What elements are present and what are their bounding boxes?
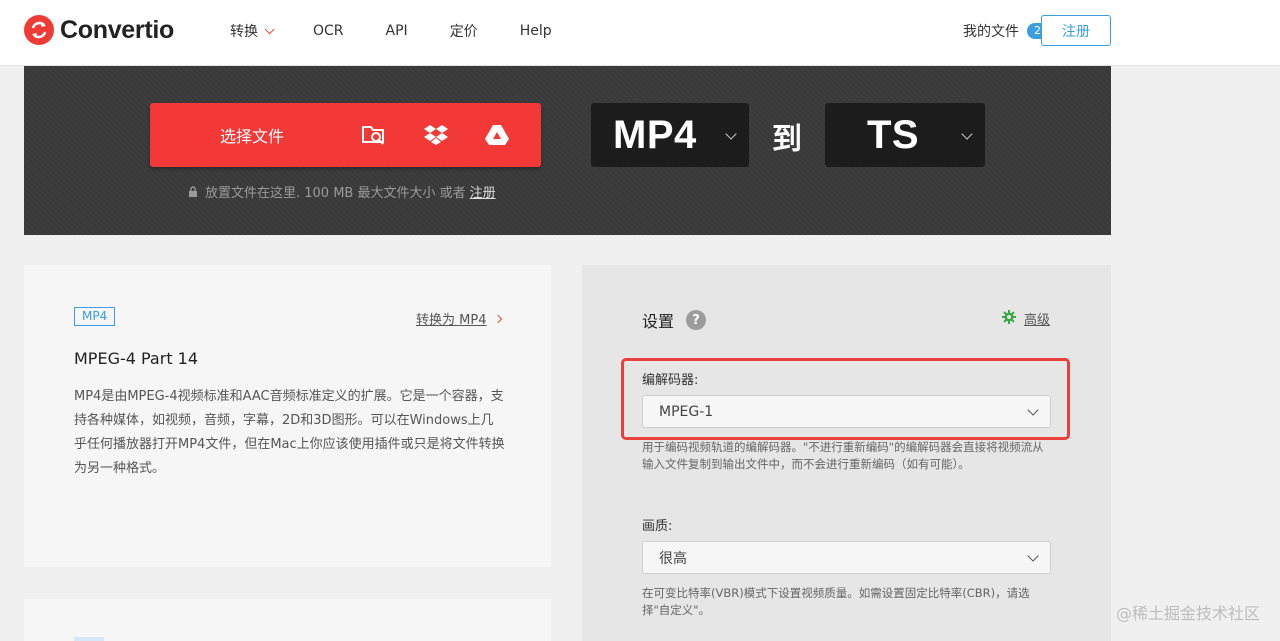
my-files-link[interactable]: 我的文件 2 xyxy=(963,21,1048,41)
folder-search-icon[interactable] xyxy=(361,123,387,147)
from-format-select[interactable]: MP4 xyxy=(591,103,749,167)
nav-item-pricing[interactable]: 定价 xyxy=(450,21,478,41)
brand-logo[interactable]: Convertio xyxy=(24,15,174,45)
nav-item-label: API xyxy=(385,23,408,39)
nav-item-label: 定价 xyxy=(449,24,478,40)
nav-item-label: 转换 xyxy=(230,24,258,40)
convert-link-label: 转换为 MP4 xyxy=(416,313,487,328)
help-icon[interactable]: ? xyxy=(686,310,707,330)
quality-label: 画质: xyxy=(642,519,673,534)
hint-signup-link[interactable]: 注册 xyxy=(470,182,496,201)
nav-item-ocr[interactable]: OCR xyxy=(313,23,344,39)
main-nav: 转换 OCR API 定价 Help xyxy=(230,0,594,62)
gear-icon xyxy=(1001,309,1016,328)
nav-item-help[interactable]: Help xyxy=(520,23,552,39)
nav-item-label: OCR xyxy=(313,23,344,39)
google-drive-icon[interactable] xyxy=(484,123,510,147)
drop-hint: 放置文件在这里. 100 MB 最大文件大小 或者 注册 xyxy=(188,182,496,201)
to-label: 到 xyxy=(772,122,802,157)
codec-help-text: 用于编码视频轨道的编解码器。"不进行重新编码"的编解码器会直接将视频流从输入文件… xyxy=(642,440,1044,471)
chevron-down-icon xyxy=(1027,550,1039,562)
format-description: MP4是由MPEG-4视频标准和AAC音频标准定义的扩展。它是一个容器，支持各种… xyxy=(74,389,505,476)
quality-select[interactable]: 很高 xyxy=(642,541,1051,574)
lock-icon xyxy=(188,186,198,197)
settings-heading: 设置 ? xyxy=(642,308,707,332)
chevron-down-icon xyxy=(264,23,275,34)
from-format-value: MP4 xyxy=(613,112,697,157)
my-files-label: 我的文件 xyxy=(963,24,1019,40)
nav-item-api[interactable]: API xyxy=(386,23,408,39)
format-title: MPEG-4 Part 14 xyxy=(74,349,199,368)
quality-help-text: 在可变比特率(VBR)模式下设置视频质量。如需设置固定比特率(CBR)，请选择"… xyxy=(642,586,1030,617)
top-header: Convertio 转换 OCR API 定价 Help 我的文件 2 登录 注… xyxy=(0,0,1280,66)
format-badge: MP4 xyxy=(74,307,116,326)
convert-to-mp4-link[interactable]: 转换为 MP4 xyxy=(416,309,503,328)
chevron-down-icon xyxy=(961,128,973,140)
converter-hero: 选择文件 放置文件在这里. 100 MB 最大文件大小 或者 注册 MP4 到 … xyxy=(24,66,1111,235)
nav-item-convert[interactable]: 转换 xyxy=(230,21,275,41)
format-badge xyxy=(74,637,104,641)
signup-button[interactable]: 注册 xyxy=(1041,15,1111,46)
choose-files-button[interactable]: 选择文件 xyxy=(150,103,541,167)
brand-name: Convertio xyxy=(60,15,174,44)
logo-icon xyxy=(24,15,54,45)
settings-panel: 设置 ? 高级 编解码器: MPEG-1 用于编码视频轨道的编解码器。"不进行重… xyxy=(582,265,1111,641)
chevron-down-icon xyxy=(725,128,737,140)
settings-title: 设置 xyxy=(642,312,675,331)
advanced-label: 高级 xyxy=(1023,313,1050,328)
second-info-card xyxy=(24,599,551,641)
nav-item-label: Help xyxy=(519,23,552,39)
watermark: @稀土掘金技术社区 xyxy=(1115,604,1260,623)
codec-highlight-box xyxy=(621,358,1070,440)
chevron-right-icon xyxy=(494,314,503,323)
dropbox-icon[interactable] xyxy=(423,123,449,147)
to-format-select[interactable]: TS xyxy=(825,103,985,167)
advanced-settings-link[interactable]: 高级 xyxy=(1001,309,1050,328)
quality-value: 很高 xyxy=(659,550,687,567)
choose-files-label: 选择文件 xyxy=(220,127,285,146)
format-info-card: MP4 转换为 MP4 MPEG-4 Part 14 MP4是由MPEG-4视频… xyxy=(24,265,551,567)
drop-hint-text: 放置文件在这里. 100 MB 最大文件大小 或者 xyxy=(205,186,466,201)
to-format-value: TS xyxy=(867,112,920,157)
